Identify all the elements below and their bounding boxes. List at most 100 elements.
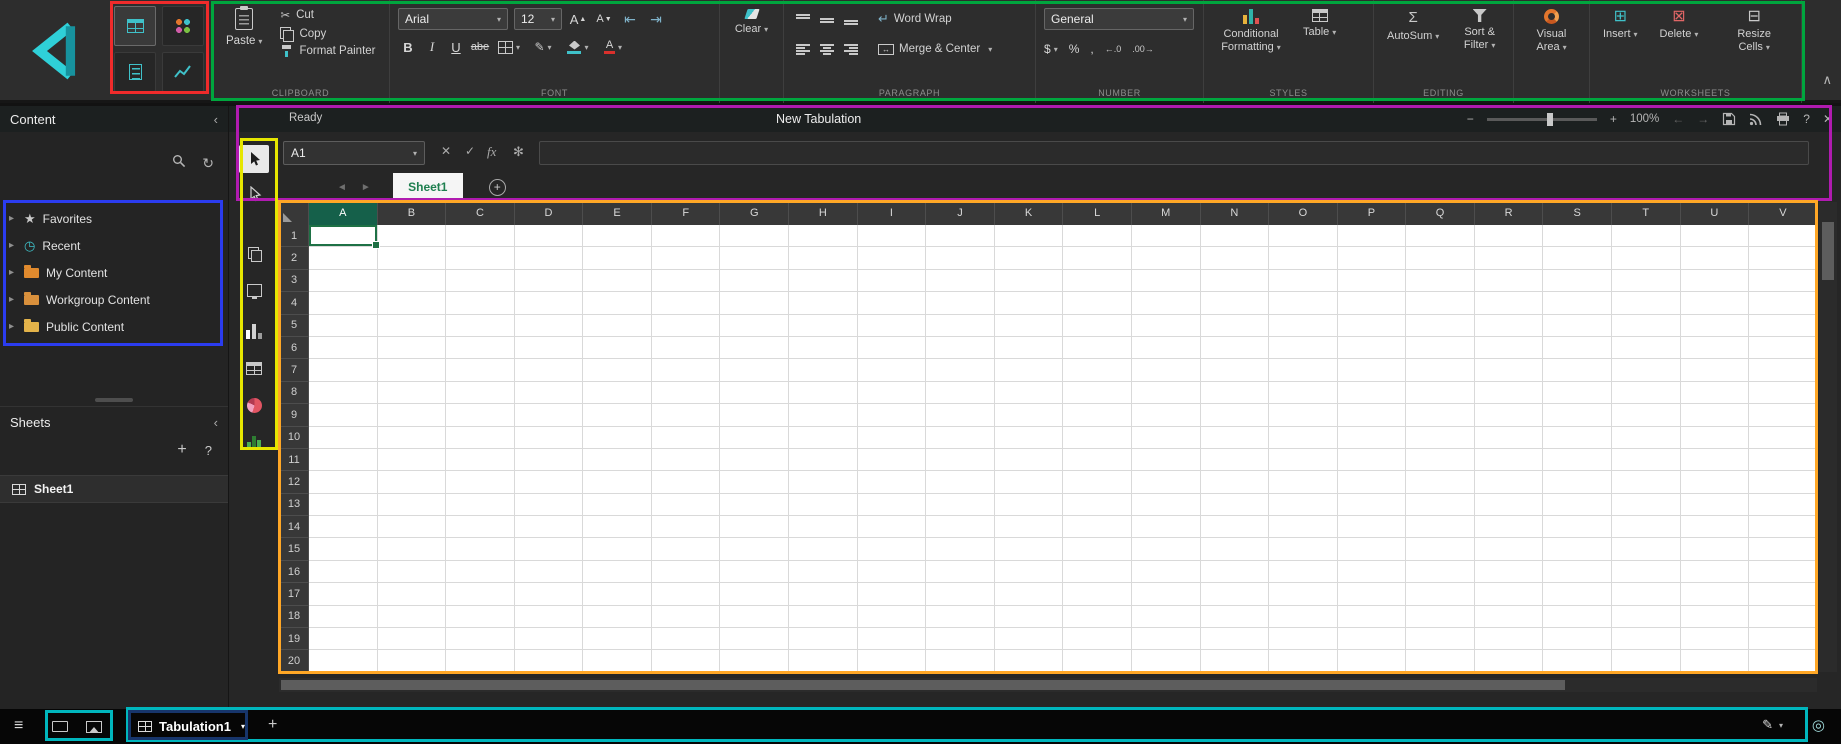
- cell-T1[interactable]: [1612, 225, 1681, 247]
- sheet-tab-sheet1[interactable]: Sheet1: [393, 173, 463, 201]
- cell-G7[interactable]: [720, 359, 789, 381]
- dashboard-mode-button[interactable]: [162, 6, 204, 46]
- cell-A19[interactable]: [309, 628, 378, 650]
- currency-format-button[interactable]: $▾: [1044, 42, 1058, 56]
- cell-M11[interactable]: [1132, 449, 1201, 471]
- column-header-J[interactable]: J: [926, 203, 995, 225]
- cell-U12[interactable]: [1681, 471, 1750, 493]
- cell-A10[interactable]: [309, 427, 378, 449]
- font-color-button[interactable]: A ▾: [598, 37, 628, 57]
- visual-area-button[interactable]: Visual Area▾: [1522, 6, 1581, 56]
- cell-F15[interactable]: [652, 538, 721, 560]
- cell-I20[interactable]: [858, 650, 927, 672]
- cell-O9[interactable]: [1269, 404, 1338, 426]
- cell-C20[interactable]: [446, 650, 515, 672]
- cell-S20[interactable]: [1543, 650, 1612, 672]
- panel-resize-handle[interactable]: [95, 398, 133, 402]
- cell-O8[interactable]: [1269, 382, 1338, 404]
- cell-F2[interactable]: [652, 247, 721, 269]
- cell-D11[interactable]: [515, 449, 584, 471]
- cell-P12[interactable]: [1338, 471, 1407, 493]
- cell-P1[interactable]: [1338, 225, 1407, 247]
- report-mode-button[interactable]: [114, 52, 156, 92]
- column-header-P[interactable]: P: [1338, 203, 1407, 225]
- cell-P3[interactable]: [1338, 270, 1407, 292]
- resize-cells-button[interactable]: ⊟ Resize Cells▾: [1715, 6, 1793, 56]
- cell-U9[interactable]: [1681, 404, 1750, 426]
- edit-mode-button[interactable]: ✎ ▾: [1762, 717, 1783, 733]
- cell-M16[interactable]: [1132, 561, 1201, 583]
- horizontal-scrollbar-thumb[interactable]: [281, 680, 1565, 690]
- cell-B13[interactable]: [378, 494, 447, 516]
- cell-Q17[interactable]: [1406, 583, 1475, 605]
- cell-G18[interactable]: [720, 606, 789, 628]
- cell-S7[interactable]: [1543, 359, 1612, 381]
- cell-C17[interactable]: [446, 583, 515, 605]
- cell-V16[interactable]: [1749, 561, 1817, 583]
- cell-G15[interactable]: [720, 538, 789, 560]
- cell-H7[interactable]: [789, 359, 858, 381]
- cell-F3[interactable]: [652, 270, 721, 292]
- worksheet-mode-button[interactable]: [114, 6, 156, 46]
- undo-button[interactable]: ←: [1672, 112, 1684, 126]
- cell-C7[interactable]: [446, 359, 515, 381]
- cell-P10[interactable]: [1338, 427, 1407, 449]
- cell-L14[interactable]: [1063, 516, 1132, 538]
- cell-U4[interactable]: [1681, 292, 1750, 314]
- cell-U15[interactable]: [1681, 538, 1750, 560]
- vertical-scrollbar-thumb[interactable]: [1822, 222, 1834, 280]
- cell-O13[interactable]: [1269, 494, 1338, 516]
- cell-B17[interactable]: [378, 583, 447, 605]
- cell-U1[interactable]: [1681, 225, 1750, 247]
- cell-V18[interactable]: [1749, 606, 1817, 628]
- cell-S2[interactable]: [1543, 247, 1612, 269]
- cell-I16[interactable]: [858, 561, 927, 583]
- cell-B6[interactable]: [378, 337, 447, 359]
- cell-H18[interactable]: [789, 606, 858, 628]
- align-middle-button[interactable]: [816, 9, 838, 29]
- decrease-decimal-button[interactable]: .00→: [1132, 44, 1154, 54]
- cell-E12[interactable]: [583, 471, 652, 493]
- column-header-F[interactable]: F: [652, 203, 721, 225]
- cell-J9[interactable]: [926, 404, 995, 426]
- cell-E4[interactable]: [583, 292, 652, 314]
- bar-chart-tool-button[interactable]: [239, 317, 269, 345]
- cell-F11[interactable]: [652, 449, 721, 471]
- insert-function-button[interactable]: fx: [487, 144, 496, 160]
- cell-I14[interactable]: [858, 516, 927, 538]
- cell-K9[interactable]: [995, 404, 1064, 426]
- cell-Q19[interactable]: [1406, 628, 1475, 650]
- row-header-9[interactable]: 9: [280, 404, 309, 426]
- cell-G6[interactable]: [720, 337, 789, 359]
- cell-R12[interactable]: [1475, 471, 1544, 493]
- row-header-8[interactable]: 8: [280, 382, 309, 404]
- cell-A9[interactable]: [309, 404, 378, 426]
- cell-O18[interactable]: [1269, 606, 1338, 628]
- column-header-H[interactable]: H: [789, 203, 858, 225]
- cell-I3[interactable]: [858, 270, 927, 292]
- cell-Q1[interactable]: [1406, 225, 1475, 247]
- cell-T11[interactable]: [1612, 449, 1681, 471]
- column-header-G[interactable]: G: [720, 203, 789, 225]
- cell-F18[interactable]: [652, 606, 721, 628]
- column-header-A[interactable]: A: [309, 203, 378, 225]
- cell-V2[interactable]: [1749, 247, 1817, 269]
- cell-P13[interactable]: [1338, 494, 1407, 516]
- cell-S4[interactable]: [1543, 292, 1612, 314]
- row-header-4[interactable]: 4: [280, 292, 309, 314]
- cell-Q15[interactable]: [1406, 538, 1475, 560]
- cell-K1[interactable]: [995, 225, 1064, 247]
- cell-B11[interactable]: [378, 449, 447, 471]
- copy-object-tool-button[interactable]: [239, 239, 269, 267]
- cell-E17[interactable]: [583, 583, 652, 605]
- cell-S8[interactable]: [1543, 382, 1612, 404]
- comma-format-button[interactable]: ,: [1090, 42, 1093, 56]
- cell-V11[interactable]: [1749, 449, 1817, 471]
- menu-icon[interactable]: ≡: [14, 717, 23, 735]
- column-header-Q[interactable]: Q: [1406, 203, 1475, 225]
- cell-Q5[interactable]: [1406, 315, 1475, 337]
- collapse-ribbon-button[interactable]: ∧: [1822, 72, 1832, 88]
- clear-button[interactable]: Clear▾: [728, 6, 775, 39]
- cell-T5[interactable]: [1612, 315, 1681, 337]
- column-header-R[interactable]: R: [1475, 203, 1544, 225]
